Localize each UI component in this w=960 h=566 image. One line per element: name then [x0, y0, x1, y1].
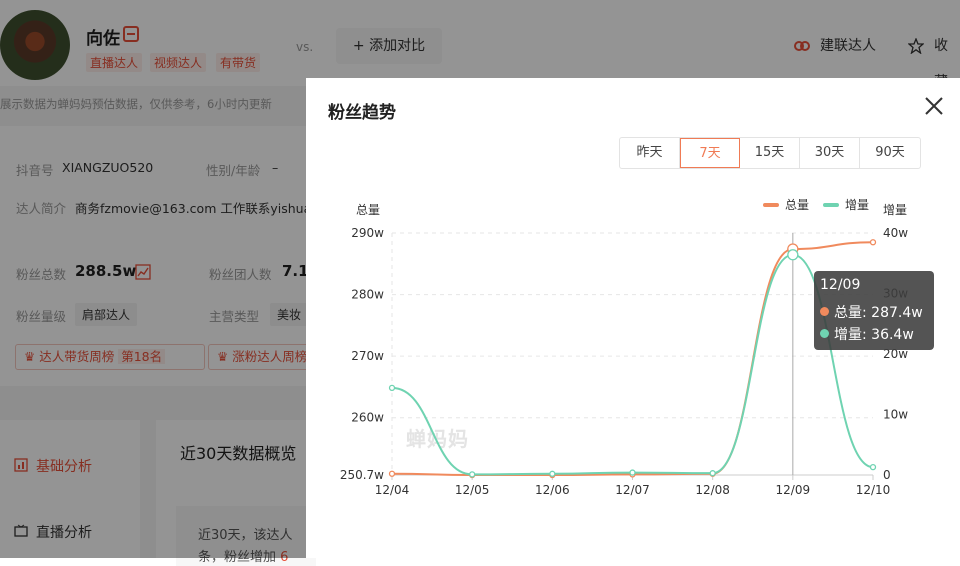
range-30d[interactable]: 30天 — [800, 138, 860, 168]
modal-title: 粉丝趋势 — [328, 103, 396, 123]
x-tick-label: 12/10 — [856, 483, 891, 497]
x-tick-label: 12/07 — [615, 483, 650, 497]
y-left-tick-label: 270w — [351, 349, 384, 363]
fans-trend-modal: 粉丝趋势 昨天 7天 15天 30天 90天 蝉妈妈 290w 280w 270w 2… — [306, 78, 960, 558]
x-tick-label: 12/06 — [535, 483, 570, 497]
y-right-tick-label: 0 — [883, 468, 891, 482]
legend-label: 增量 — [845, 198, 869, 212]
data-point-increment — [629, 469, 636, 476]
range-selector: 昨天 7天 15天 30天 90天 — [619, 137, 921, 169]
legend-swatch — [823, 203, 839, 207]
y-right-tick-label: 10w — [883, 408, 908, 422]
data-point-total — [388, 470, 396, 477]
range-yesterday[interactable]: 昨天 — [620, 138, 680, 168]
data-point-increment — [787, 249, 799, 261]
x-tick-label: 12/08 — [695, 483, 730, 497]
tooltip-date: 12/09 — [820, 277, 861, 293]
x-tick-label: 12/05 — [455, 483, 490, 497]
close-icon[interactable] — [922, 94, 946, 118]
data-point-increment — [709, 470, 716, 477]
data-point-increment — [549, 470, 556, 477]
data-point-total — [869, 239, 877, 246]
range-7d[interactable]: 7天 — [680, 138, 740, 168]
range-90d[interactable]: 90天 — [860, 138, 920, 168]
x-tick-label: 12/09 — [776, 483, 811, 497]
tooltip-total: 总量: 287.4w — [820, 302, 923, 322]
y-left-tick-label: 260w — [351, 411, 384, 425]
chart-tooltip: 12/09 总量: 287.4w 增量: 36.4w — [814, 271, 934, 350]
y-right-tick-label: 40w — [883, 226, 908, 240]
y-left-axis-label: 总量 — [356, 203, 380, 217]
data-point-increment — [869, 463, 877, 471]
x-tick-label: 12/04 — [375, 483, 410, 497]
y-left-tick-label: 250.7w — [340, 468, 384, 482]
y-right-axis-label: 增量 — [883, 203, 907, 217]
series-line-total — [391, 241, 874, 476]
legend-label: 总量 — [785, 198, 809, 212]
tooltip-increment: 增量: 36.4w — [820, 324, 914, 344]
series-line-increment — [391, 253, 874, 476]
y-left-tick-label: 290w — [351, 226, 384, 240]
data-point-increment — [469, 471, 476, 478]
legend-swatch — [763, 203, 779, 207]
range-15d[interactable]: 15天 — [740, 138, 800, 168]
y-left-tick-label: 280w — [351, 288, 384, 302]
data-point-increment — [388, 384, 396, 392]
